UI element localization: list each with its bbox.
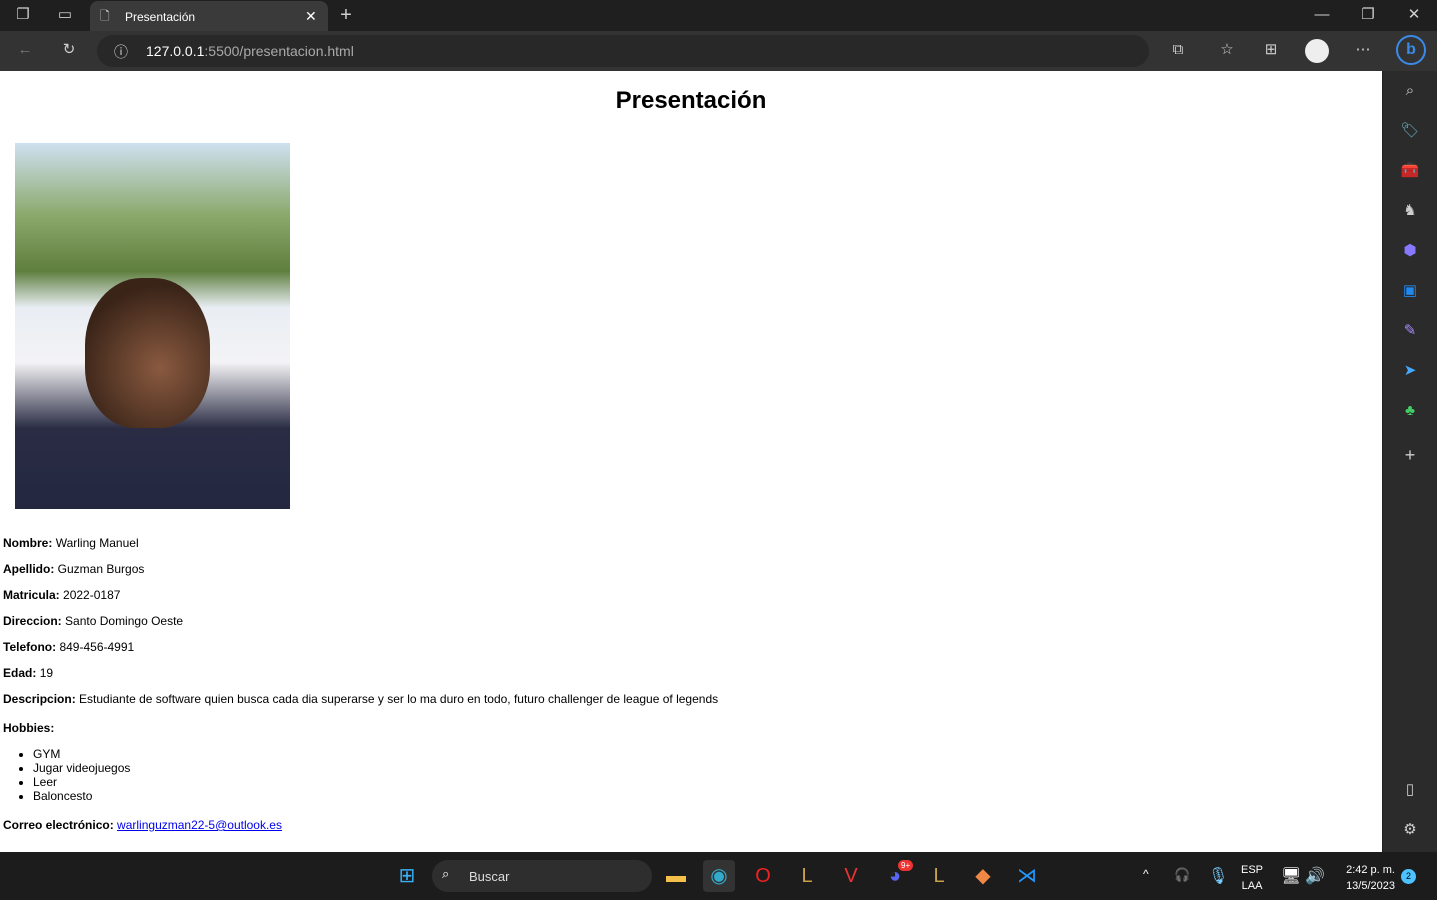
start-icon[interactable]: ⊞ (391, 860, 423, 892)
tools-icon[interactable]: 🧰 (1398, 159, 1422, 183)
shopping-icon[interactable]: 🏷 (1398, 119, 1422, 143)
address-bar[interactable]: ⓘ 127.0.0.1:5500/presentacion.html (97, 35, 1149, 67)
network-icon[interactable]: 🖥 (1281, 866, 1301, 886)
lol-icon[interactable]: L (791, 860, 823, 892)
minimize-icon[interactable]: — (1310, 3, 1334, 27)
hobbies-list: GYM Jugar videojuegos Leer Baloncesto (33, 747, 130, 803)
page-icon: 🗋 (100, 9, 110, 23)
field-label: Matricula: (3, 588, 60, 602)
search-label: Buscar (469, 869, 510, 884)
games-icon[interactable]: ♞ (1398, 199, 1422, 223)
git-icon[interactable]: ◆ (967, 860, 999, 892)
hide-sidebar-icon[interactable]: ▯ (1398, 778, 1422, 802)
field-value: 19 (39, 666, 54, 680)
time: 2:42 p. m. (1346, 864, 1395, 876)
search-icon[interactable]: ⌕ (1398, 79, 1422, 103)
info-row: Matricula: 2022-0187 (3, 588, 120, 602)
info-row: Nombre: Warling Manuel (3, 536, 139, 550)
edge-icon[interactable]: ◉ (703, 860, 735, 892)
info-icon[interactable]: ⓘ (114, 42, 128, 62)
collections-icon[interactable]: ⊞ (1259, 38, 1283, 62)
edge-sidebar: ⌕ 🏷 🧰 ♞ ⬢ ▣ ✎ ➤ ♣ + ▯ ⚙ (1383, 71, 1437, 852)
field-label: Direccion: (3, 614, 62, 628)
email-link[interactable]: warlinguzman22-5@outlook.es (117, 818, 282, 832)
designer-icon[interactable]: ✎ (1398, 319, 1422, 343)
more-icon[interactable]: ⋯ (1351, 38, 1375, 62)
photo-face (85, 278, 210, 428)
valorant-icon[interactable]: V (835, 860, 867, 892)
workspaces-icon[interactable]: ❐ (11, 3, 35, 27)
drop-icon[interactable]: ➤ (1398, 359, 1422, 383)
hobbies-label: Hobbies: (3, 721, 55, 735)
field-value: Warling Manuel (55, 536, 139, 550)
field-value: 2022-0187 (63, 588, 121, 602)
opera-icon[interactable]: O (747, 860, 779, 892)
field-value: 849-456-4991 (59, 640, 135, 654)
profile-avatar[interactable] (1305, 39, 1329, 63)
office-icon[interactable]: ⬢ (1398, 239, 1422, 263)
settings-icon[interactable]: ⚙ (1398, 818, 1422, 842)
tree-icon[interactable]: ♣ (1398, 399, 1422, 423)
search-icon: ⌕ (442, 866, 450, 881)
field-label: Telefono: (3, 640, 57, 654)
bing-icon[interactable]: b (1396, 35, 1426, 65)
outlook-icon[interactable]: ▣ (1398, 279, 1422, 303)
date: 13/5/2023 (1346, 880, 1395, 892)
field-label: Nombre: (3, 536, 53, 550)
lol-client-icon[interactable]: L (923, 860, 955, 892)
new-tab-icon[interactable]: + (334, 3, 358, 27)
mic-icon[interactable]: 🎙 (1208, 866, 1228, 886)
taskbar-search[interactable]: ⌕ Buscar (432, 860, 652, 892)
hobby-item: Jugar videojuegos (33, 761, 130, 775)
back-icon[interactable]: ← (13, 38, 37, 62)
tab-presentacion[interactable]: 🗋 Presentación ✕ (90, 1, 328, 31)
info-row: Telefono: 849-456-4991 (3, 640, 134, 654)
field-value: Guzman Burgos (57, 562, 145, 576)
notification-badge[interactable]: 2 (1401, 869, 1416, 884)
field-label: Apellido: (3, 562, 55, 576)
url-host: 127.0.0.1 (146, 43, 205, 59)
close-tab-icon[interactable]: ✕ (305, 8, 317, 25)
field-label: Edad: (3, 666, 37, 680)
info-row: Apellido: Guzman Burgos (3, 562, 144, 576)
chevron-up-icon[interactable]: ^ (1143, 867, 1149, 881)
lang-region: LAA (1241, 880, 1263, 892)
hobby-item: Baloncesto (33, 789, 130, 803)
language-indicator[interactable]: ESP LAA (1241, 862, 1263, 894)
field-value: Santo Domingo Oeste (65, 614, 184, 628)
tab-strip: ❐ ▭ 🗋 Presentación ✕ + — ❐ ✕ (0, 0, 1437, 31)
info-row: Edad: 19 (3, 666, 53, 680)
restore-icon[interactable]: ❐ (1356, 3, 1380, 27)
tab-title: Presentación (125, 10, 196, 24)
field-label: Descripcion: (3, 692, 76, 706)
field-value: Estudiante de software quien busca cada … (79, 692, 719, 706)
add-icon[interactable]: + (1398, 443, 1422, 467)
clock[interactable]: 2:42 p. m. 13/5/2023 (1335, 862, 1395, 894)
file-explorer-icon[interactable]: ▬ (660, 860, 692, 892)
refresh-icon[interactable]: ↻ (57, 38, 81, 62)
info-row: Descripcion: Estudiante de software quie… (3, 692, 718, 706)
lang-code: ESP (1241, 864, 1264, 876)
vscode-icon[interactable]: ⋊ (1011, 860, 1043, 892)
extensions-icon[interactable]: ⧉ (1166, 38, 1190, 62)
close-window-icon[interactable]: ✕ (1402, 3, 1426, 27)
volume-icon[interactable]: 🔊 (1305, 866, 1325, 886)
email-label: Correo electrónico: (3, 818, 114, 832)
tab-actions-icon[interactable]: ▭ (53, 3, 77, 27)
discord-badge: 9+ (898, 860, 914, 871)
favorites-icon[interactable]: ☆ (1215, 38, 1239, 62)
headset-icon[interactable]: 🎧 (1174, 867, 1190, 883)
hobby-item: Leer (33, 775, 130, 789)
info-row: Direccion: Santo Domingo Oeste (3, 614, 183, 628)
taskbar: ⊞ ⌕ Buscar ▬ ◉ O L V ◕ 9+ L ◆ ⋊ ^ 🎧 🎙 ES… (0, 852, 1437, 900)
page-title: Presentación (615, 87, 767, 114)
url-path: :5500/presentacion.html (204, 43, 354, 59)
profile-photo (15, 143, 290, 509)
page-content: Presentación Nombre: Warling Manuel Apell… (0, 71, 1382, 852)
hobby-item: GYM (33, 747, 130, 761)
